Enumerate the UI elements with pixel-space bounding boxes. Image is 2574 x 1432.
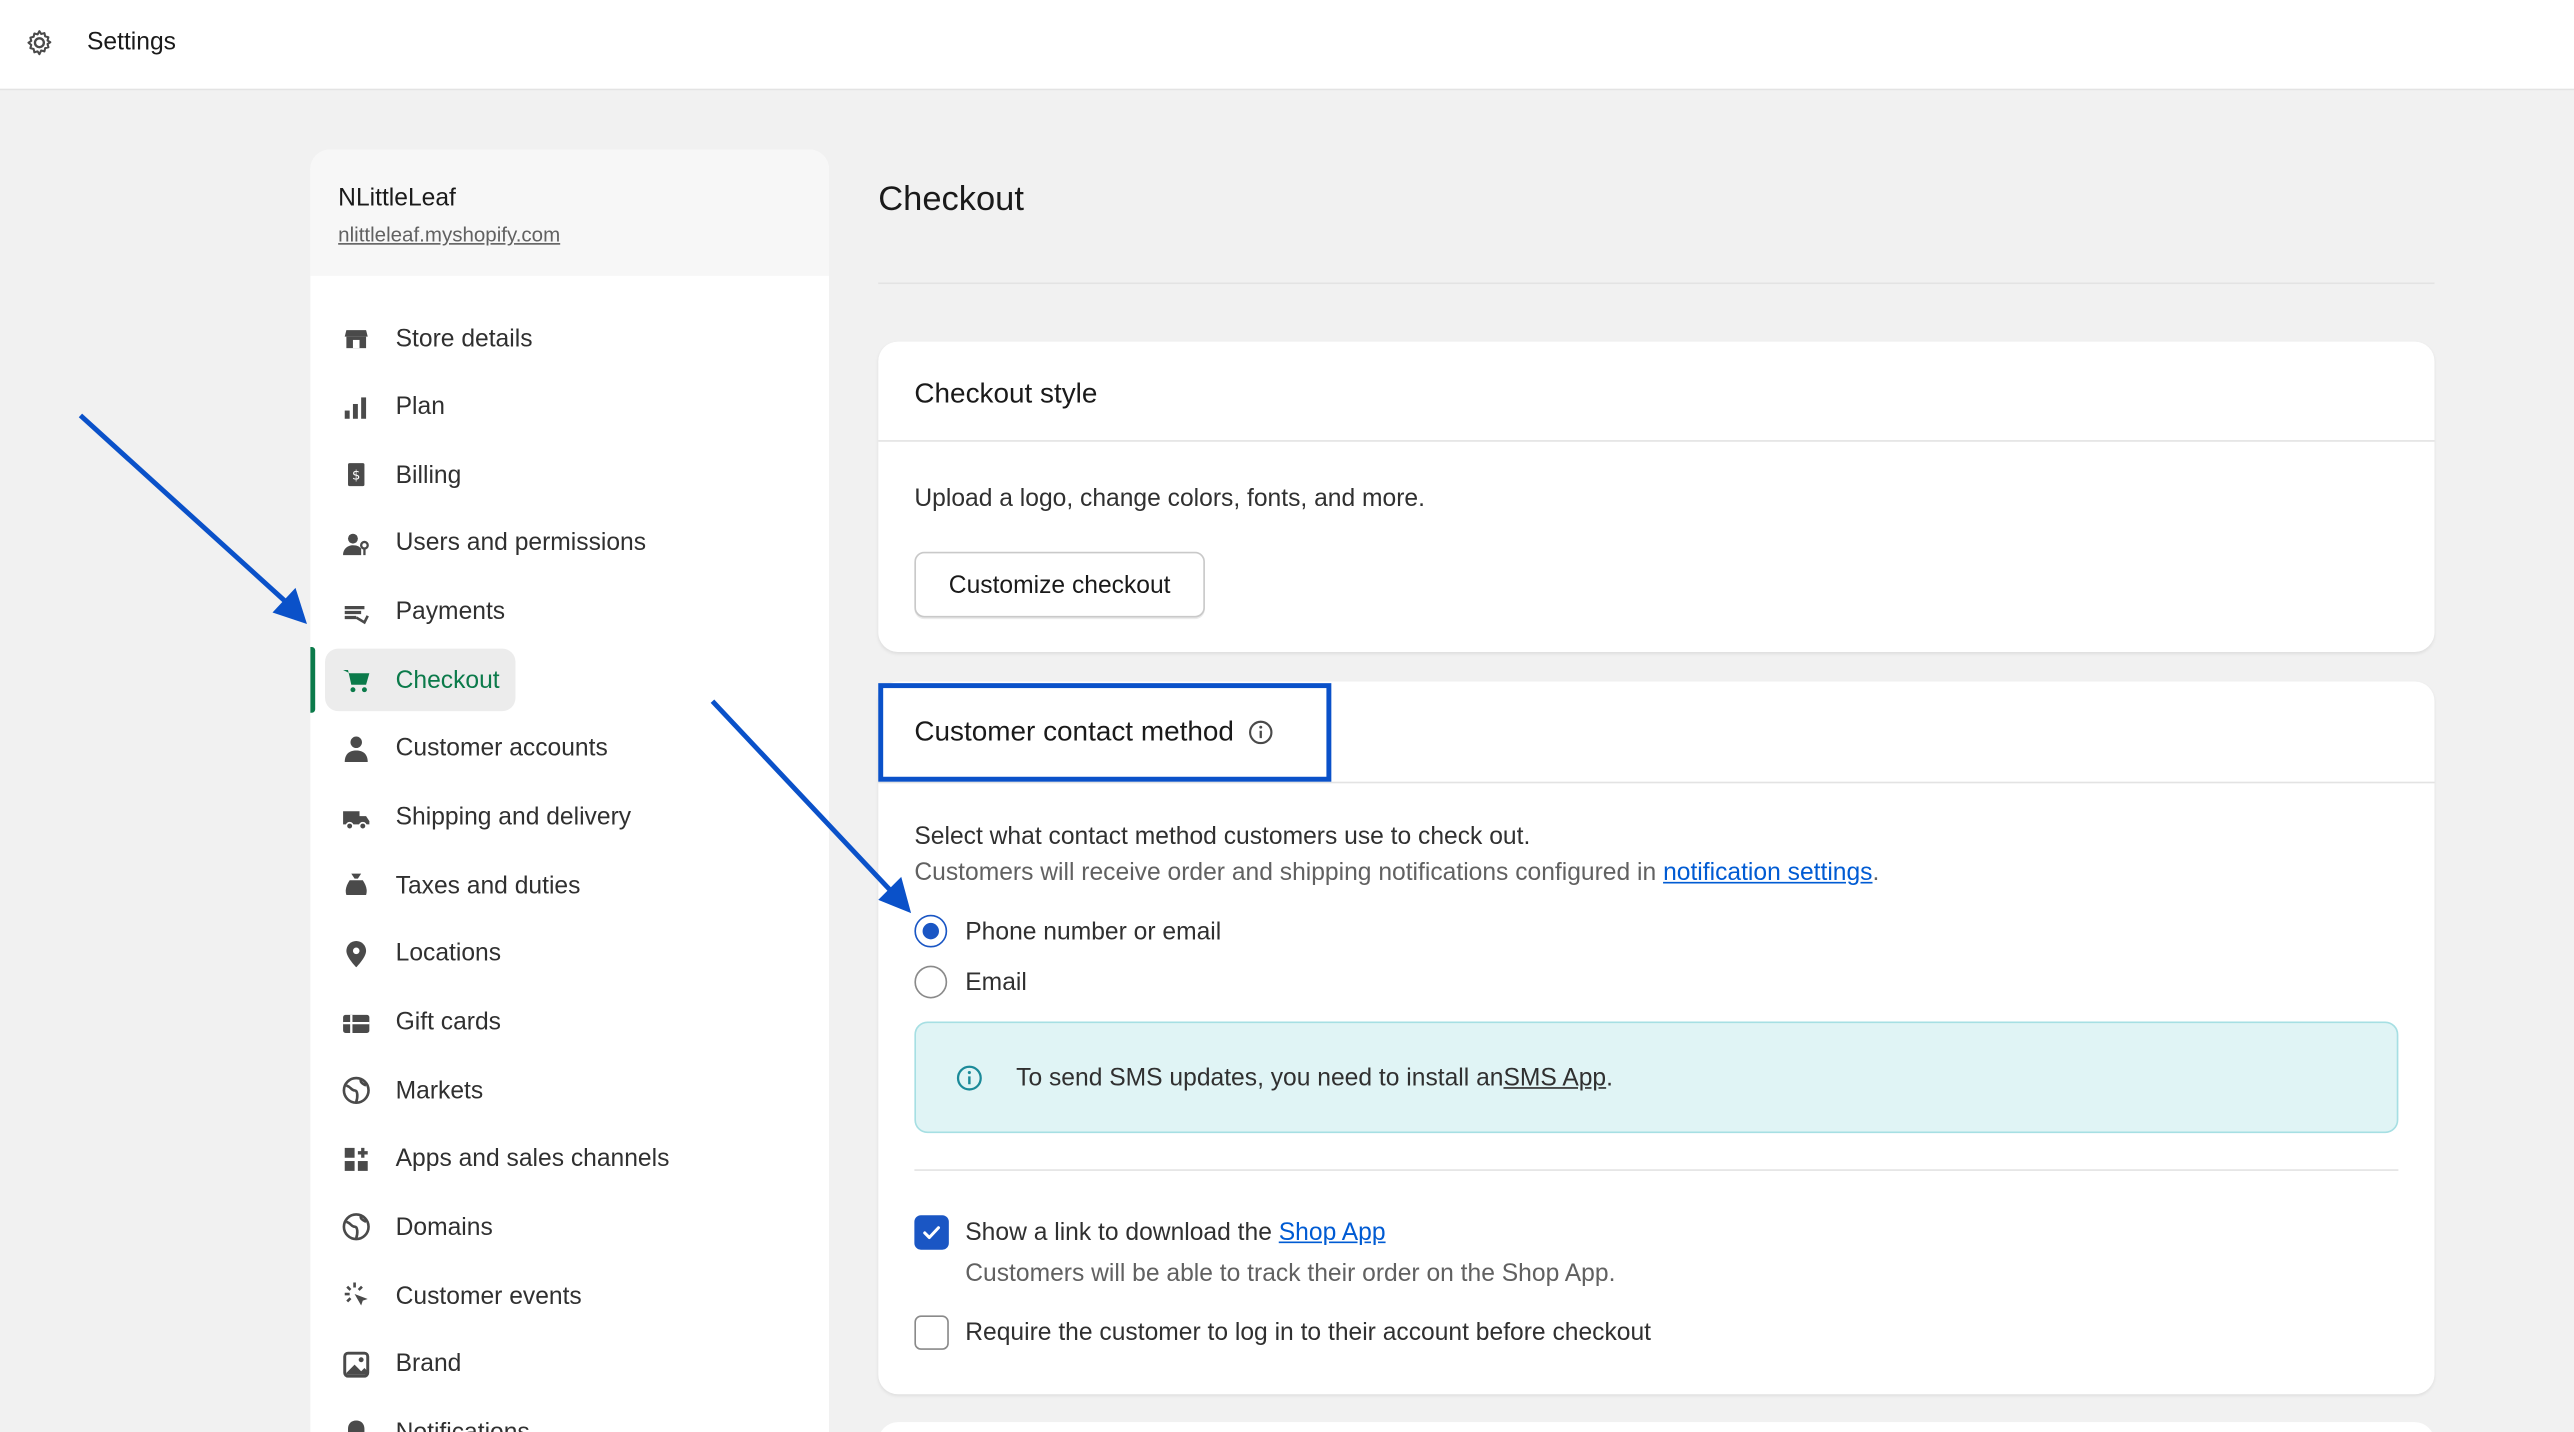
cursor-click-icon [341, 1281, 371, 1311]
billing-icon: $ [341, 460, 371, 490]
sidebar-item-label: Locations [395, 939, 502, 968]
info-icon [956, 1064, 982, 1090]
sidebar-item-label: Markets [395, 1076, 484, 1105]
annotation-arrow-checkout [78, 413, 307, 625]
image-icon [341, 1349, 371, 1379]
sidebar-item-locations[interactable]: Locations [325, 923, 517, 985]
shop-app-checkbox[interactable] [914, 1215, 949, 1250]
checkout-style-card: Checkout style Upload a logo, change col… [878, 341, 2435, 652]
sidebar-item-notifications[interactable]: Notifications [325, 1401, 546, 1432]
store-icon [341, 324, 371, 354]
gift-card-icon [341, 1007, 371, 1037]
sidebar-item-brand[interactable]: Brand [325, 1333, 478, 1395]
radio-email[interactable]: Email [914, 965, 1027, 999]
checkmark-icon [923, 1226, 940, 1240]
globe-icon [341, 1213, 371, 1243]
checkout-style-title: Checkout style [878, 342, 2435, 442]
sidebar-item-markets[interactable]: Markets [325, 1059, 500, 1121]
divider [878, 282, 2435, 285]
sidebar-item-label: Payments [395, 597, 506, 626]
notification-settings-link[interactable]: notification settings [1663, 859, 1872, 887]
sidebar-item-label: Store details [395, 324, 533, 353]
sms-banner-prefix: To send SMS updates, you need to install… [1016, 1063, 1504, 1092]
sidebar-item-label: Users and permissions [395, 529, 647, 558]
next-card-edge [878, 1422, 2435, 1432]
top-bar: Settings [0, 0, 2574, 91]
sidebar-item-payments[interactable]: Payments [325, 581, 522, 643]
page-header-title: Settings [87, 27, 176, 56]
radio-label: Email [965, 968, 1027, 996]
sidebar-item-label: Brand [395, 1350, 462, 1379]
sidebar-item-label: Plan [395, 392, 445, 421]
shop-app-prefix: Show a link to download the [965, 1218, 1272, 1247]
bell-icon [341, 1418, 371, 1432]
require-login-label: Require the customer to log in to their … [965, 1318, 1652, 1347]
radio-phone-or-email[interactable]: Phone number or email [914, 914, 1222, 948]
store-header: NLittleLeaf nlittleleaf.myshopify.com [310, 149, 830, 276]
active-indicator [310, 647, 316, 714]
sidebar-item-label: Taxes and duties [395, 871, 581, 900]
svg-text:$: $ [352, 469, 360, 484]
sidebar-item-label: Customer accounts [395, 734, 608, 763]
apps-icon [341, 1144, 371, 1174]
notification-settings-suffix: . [1872, 858, 1880, 887]
store-url-link[interactable]: nlittleleaf.myshopify.com [338, 223, 801, 246]
person-icon [341, 734, 371, 764]
sidebar-item-checkout[interactable]: Checkout [325, 649, 517, 712]
sidebar-item-store-details[interactable]: Store details [325, 307, 549, 369]
sidebar-item-label: Domains [395, 1213, 493, 1242]
sidebar-item-label: Gift cards [395, 1008, 501, 1037]
shop-app-helptext: Customers will be able to track their or… [965, 1259, 1616, 1288]
sidebar-item-billing[interactable]: $ Billing [325, 444, 478, 506]
customize-checkout-button[interactable]: Customize checkout [914, 551, 1205, 618]
info-icon[interactable] [1247, 719, 1273, 745]
cart-icon [341, 666, 371, 696]
sidebar-item-customer-events[interactable]: Customer events [325, 1265, 598, 1327]
sms-app-link[interactable]: SMS App [1503, 1063, 1606, 1091]
truck-icon [341, 802, 371, 832]
notification-settings-prefix: Customers will receive order and shippin… [914, 858, 1664, 887]
contact-method-heading: Customer contact method [914, 716, 1273, 749]
radio-button-selected[interactable] [914, 914, 948, 948]
sidebar-item-apps-and-sales-channels[interactable]: Apps and sales channels [325, 1128, 686, 1190]
location-pin-icon [341, 939, 371, 969]
card-divider [878, 781, 2435, 784]
sms-banner-suffix: . [1606, 1063, 1614, 1092]
radio-label: Phone number or email [965, 917, 1222, 946]
plan-icon [341, 392, 371, 422]
sms-info-banner: To send SMS updates, you need to install… [914, 1021, 2399, 1134]
sidebar-item-label: Notifications [396, 1419, 530, 1432]
sidebar-item-domains[interactable]: Domains [325, 1196, 509, 1258]
shop-app-checkbox-row[interactable]: Show a link to download the Shop App [914, 1215, 1386, 1250]
settings-sidebar: NLittleLeaf nlittleleaf.myshopify.com St… [310, 149, 830, 1432]
sidebar-item-label: Customer events [395, 1281, 582, 1310]
sidebar-item-plan[interactable]: Plan [325, 375, 461, 437]
contact-method-title: Customer contact method [914, 715, 1234, 748]
sidebar-item-customer-accounts[interactable]: Customer accounts [325, 717, 624, 779]
sidebar-item-users-and-permissions[interactable]: Users and permissions [325, 512, 662, 574]
gear-icon [27, 30, 52, 56]
checkout-style-description: Upload a logo, change colors, fonts, and… [914, 484, 1425, 513]
radio-button[interactable] [914, 965, 948, 999]
require-login-checkbox-row[interactable]: Require the customer to log in to their … [914, 1315, 1652, 1350]
sidebar-item-label: Shipping and delivery [395, 803, 632, 832]
notification-settings-text: Customers will receive order and shippin… [914, 859, 1879, 887]
payments-icon [341, 597, 371, 627]
require-login-checkbox[interactable] [914, 1315, 949, 1350]
sidebar-item-label: Checkout [395, 666, 500, 695]
sidebar-item-taxes-and-duties[interactable]: Taxes and duties [325, 854, 597, 916]
page-title: Checkout [878, 180, 1024, 219]
sidebar-item-gift-cards[interactable]: Gift cards [325, 991, 517, 1053]
sidebar-item-shipping-and-delivery[interactable]: Shipping and delivery [325, 786, 647, 848]
tax-bag-icon [341, 871, 371, 901]
customer-contact-method-card: Customer contact method Select what cont… [878, 681, 2435, 1395]
contact-method-description: Select what contact method customers use… [914, 822, 1531, 851]
section-divider [914, 1169, 2399, 1171]
sidebar-item-label: Billing [395, 461, 462, 490]
store-name: NLittleLeaf [338, 183, 456, 212]
shop-app-link[interactable]: Shop App [1279, 1219, 1386, 1247]
users-icon [341, 529, 371, 559]
sidebar-item-label: Apps and sales channels [395, 1145, 670, 1174]
globe-icon [341, 1076, 371, 1106]
